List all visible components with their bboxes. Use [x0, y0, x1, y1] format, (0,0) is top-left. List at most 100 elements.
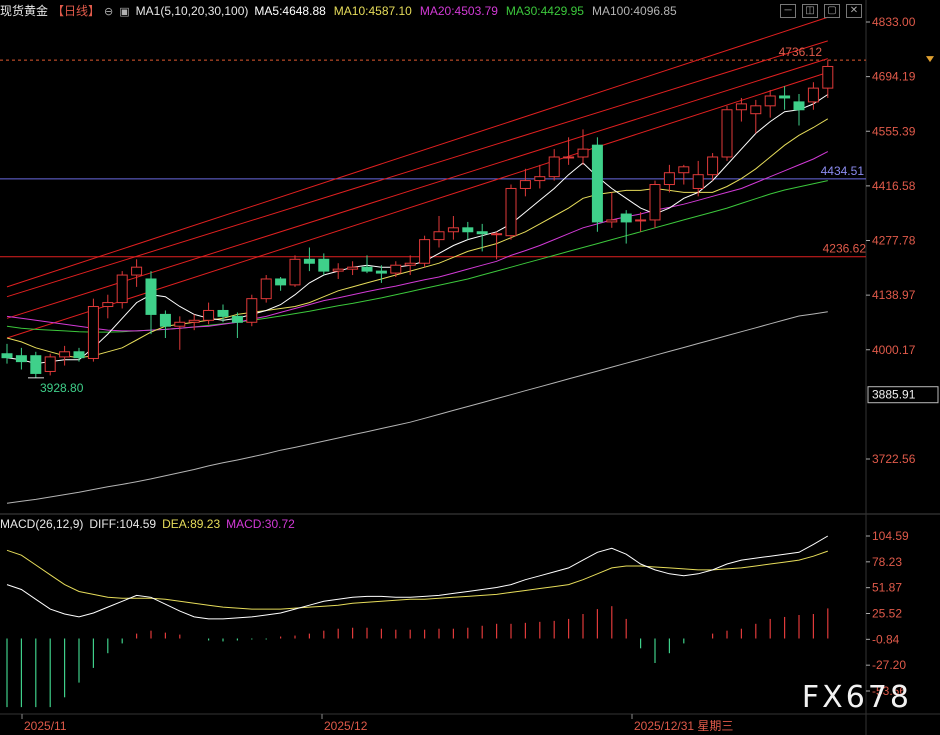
- candle[interactable]: [447, 216, 459, 240]
- ma30-label: MA30:4429.95: [505, 4, 584, 18]
- candle[interactable]: [303, 247, 315, 272]
- candle[interactable]: [462, 221, 474, 240]
- candle[interactable]: [764, 90, 776, 118]
- candle-body: [678, 166, 690, 174]
- candle-body: [174, 321, 186, 327]
- time-label: 2025/12/31 星期三: [634, 719, 733, 733]
- candle[interactable]: [289, 255, 301, 287]
- candle-body: [131, 266, 143, 276]
- candle-body: [764, 95, 776, 107]
- macd-tick-label: 78.23: [872, 555, 902, 569]
- red-level-label: 4236.62: [823, 242, 867, 256]
- last-price-label: 3885.91: [872, 388, 916, 402]
- candle-body: [663, 172, 675, 186]
- candle[interactable]: [779, 86, 791, 110]
- candle[interactable]: [534, 164, 546, 189]
- candle-body: [116, 274, 128, 304]
- candle-body: [721, 109, 733, 158]
- ma-group-label: MA1(5,10,20,30,100): [135, 4, 249, 18]
- candle[interactable]: [822, 60, 834, 98]
- candle-body: [30, 355, 42, 374]
- ma5-line: [6, 94, 829, 365]
- candle[interactable]: [491, 231, 503, 260]
- candle[interactable]: [59, 345, 71, 366]
- channel-line-1: [6, 16, 828, 288]
- candle[interactable]: [1, 343, 13, 364]
- candle-body: [260, 278, 272, 300]
- candle-body: [548, 156, 560, 178]
- candle-body: [735, 103, 747, 111]
- candle[interactable]: [246, 294, 258, 327]
- period-label[interactable]: 【日线】: [52, 4, 100, 18]
- candle[interactable]: [419, 235, 431, 268]
- candle[interactable]: [347, 261, 359, 276]
- candle-body: [188, 319, 200, 323]
- candle[interactable]: [390, 261, 402, 278]
- dea-line: [6, 549, 828, 610]
- candle[interactable]: [606, 192, 618, 228]
- candle[interactable]: [476, 223, 488, 252]
- price-tick-label: 4555.39: [872, 124, 916, 138]
- ma20-label: MA20:4503.79: [419, 4, 498, 18]
- macd-tick-label: -0.84: [872, 632, 900, 646]
- channel-line-2: [6, 40, 828, 298]
- candle[interactable]: [332, 263, 344, 279]
- candle[interactable]: [750, 99, 762, 134]
- candle-body: [375, 270, 387, 274]
- candle[interactable]: [793, 94, 805, 126]
- candle-body: [822, 65, 834, 89]
- ma100-label: MA100:4096.85: [591, 4, 677, 18]
- candle[interactable]: [145, 271, 157, 335]
- candle[interactable]: [116, 271, 128, 309]
- candle-body: [1, 353, 13, 359]
- candle[interactable]: [678, 164, 690, 185]
- candle[interactable]: [620, 210, 632, 244]
- macd-tick-label: 51.87: [872, 581, 902, 595]
- candle[interactable]: [231, 312, 243, 339]
- candle[interactable]: [505, 184, 517, 240]
- candle-body: [217, 309, 229, 317]
- candle[interactable]: [649, 180, 661, 228]
- candle-body: [577, 148, 589, 158]
- maximize-icon[interactable]: ▢: [824, 4, 840, 18]
- candle[interactable]: [361, 255, 373, 274]
- candlesticks[interactable]: [1, 60, 834, 378]
- high-marker-label: 4736.12: [779, 45, 823, 59]
- candle[interactable]: [663, 164, 675, 193]
- price-tick-label: 4833.00: [872, 15, 916, 29]
- candle[interactable]: [275, 277, 287, 291]
- price-chart[interactable]: 4833.00 4694.19 4555.39 4416.58 4277.78 4138.…: [0, 0, 940, 735]
- ma-toggle-icon[interactable]: ▣: [119, 6, 129, 18]
- candle[interactable]: [44, 353, 56, 376]
- restore-icon[interactable]: ◫: [802, 4, 818, 18]
- minimize-icon[interactable]: ─: [780, 4, 796, 18]
- moving-averages: [6, 94, 829, 504]
- candle[interactable]: [159, 310, 171, 339]
- candle[interactable]: [519, 168, 531, 197]
- candle-body: [87, 306, 99, 359]
- candle[interactable]: [15, 347, 27, 370]
- candle[interactable]: [131, 259, 143, 287]
- candle[interactable]: [692, 160, 704, 197]
- candle-body: [692, 174, 704, 189]
- settings-icon[interactable]: ⊖: [104, 6, 113, 18]
- candle-body: [246, 298, 258, 323]
- candle[interactable]: [591, 137, 603, 232]
- price-tick-label: 4138.97: [872, 288, 916, 302]
- candle-body: [390, 264, 402, 274]
- candle-body: [462, 227, 474, 233]
- close-icon[interactable]: ✕: [846, 4, 862, 18]
- price-tick-label: 4277.78: [872, 234, 916, 248]
- price-tick-label: 4000.17: [872, 343, 916, 357]
- candle[interactable]: [548, 149, 560, 181]
- candle[interactable]: [721, 105, 733, 161]
- candle[interactable]: [30, 351, 42, 378]
- candle[interactable]: [433, 216, 445, 248]
- candle[interactable]: [260, 275, 272, 303]
- candle[interactable]: [87, 298, 99, 362]
- price-markers: 4736.12 3928.80 4434.51 4236.62: [28, 45, 934, 395]
- candle-body: [534, 176, 546, 182]
- candle[interactable]: [174, 316, 186, 350]
- channel-line-4: [6, 71, 828, 339]
- candle[interactable]: [102, 294, 114, 319]
